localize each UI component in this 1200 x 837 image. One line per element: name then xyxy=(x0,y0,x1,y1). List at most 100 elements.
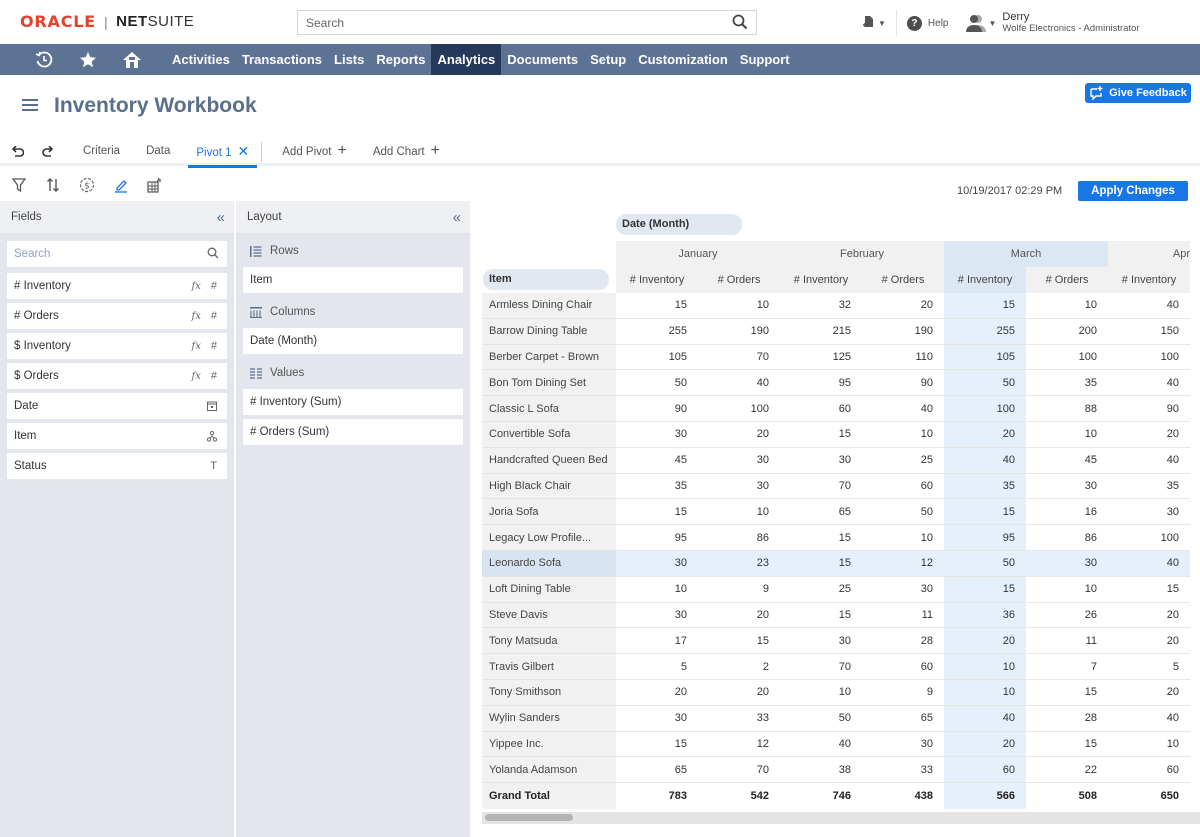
add-chart-button[interactable]: Add Chart + xyxy=(365,140,448,164)
grand-total-label[interactable]: Grand Total xyxy=(482,782,616,809)
value-cell[interactable]: 10 xyxy=(944,653,1026,681)
value-cell[interactable]: 125 xyxy=(780,344,862,371)
value-cell[interactable]: 20 xyxy=(616,679,698,706)
row-label[interactable]: Wylin Sanders xyxy=(482,705,616,732)
value-cell[interactable]: 50 xyxy=(944,550,1026,577)
value-cell[interactable]: 10 xyxy=(698,292,780,319)
value-cell[interactable]: 23 xyxy=(698,550,780,577)
value-cell[interactable]: 60 xyxy=(780,395,862,423)
value-cell[interactable]: 40 xyxy=(862,395,944,423)
value-cell[interactable]: 33 xyxy=(698,705,780,732)
table-row[interactable]: Leonardo Sofa 30 23 15 12 50 30 40 xyxy=(482,550,1190,577)
formula-icon[interactable]: fx xyxy=(192,341,201,352)
table-row[interactable]: Tony Smithson 20 20 10 9 10 15 20 xyxy=(482,679,1190,706)
value-cell[interactable]: 10 xyxy=(1026,292,1108,319)
value-cell[interactable]: 65 xyxy=(862,705,944,732)
row-label[interactable]: Handcrafted Queen Bed xyxy=(482,447,616,474)
table-row[interactable]: Armless Dining Chair 15 10 32 20 15 10 40 xyxy=(482,292,1190,319)
value-cell[interactable]: 11 xyxy=(1026,627,1108,655)
value-cell[interactable]: 95 xyxy=(944,524,1026,552)
value-cell[interactable]: 20 xyxy=(944,421,1026,448)
value-cell[interactable]: 15 xyxy=(1026,679,1108,706)
row-label[interactable]: Yolanda Adamson xyxy=(482,756,616,784)
undo-icon[interactable] xyxy=(11,145,27,158)
row-label[interactable]: High Black Chair xyxy=(482,473,616,500)
table-row[interactable]: Convertible Sofa 30 20 15 10 20 10 20 xyxy=(482,421,1190,448)
value-cell[interactable]: 30 xyxy=(616,705,698,732)
home-icon[interactable] xyxy=(122,44,142,75)
value-cell[interactable]: 15 xyxy=(1108,576,1190,603)
row-label[interactable]: Tony Smithson xyxy=(482,679,616,706)
search-icon[interactable] xyxy=(207,247,219,262)
value-cell[interactable]: 15 xyxy=(944,576,1026,603)
layout-value-item[interactable]: # Inventory (Sum) xyxy=(243,389,463,415)
value-cell[interactable]: 10 xyxy=(862,524,944,552)
row-label[interactable]: Convertible Sofa xyxy=(482,421,616,448)
nav-analytics[interactable]: Analytics xyxy=(431,44,502,75)
nav-transactions[interactable]: Transactions xyxy=(236,44,328,75)
row-label[interactable]: Leonardo Sofa xyxy=(482,550,616,577)
value-cell[interactable]: 20 xyxy=(944,627,1026,655)
global-search-input[interactable] xyxy=(298,11,718,34)
value-cell[interactable]: 70 xyxy=(698,756,780,784)
help-link[interactable]: Help xyxy=(928,18,949,29)
value-cell[interactable]: 17 xyxy=(616,627,698,655)
grand-total-row[interactable]: Grand Total 783 542 746 438 566 508 650 xyxy=(482,782,1190,809)
value-cell[interactable]: 200 xyxy=(1026,318,1108,345)
value-cell[interactable]: 20 xyxy=(698,679,780,706)
measure-header[interactable]: # Inventory xyxy=(944,266,1026,293)
row-label[interactable]: Travis Gilbert xyxy=(482,653,616,681)
value-cell[interactable]: 60 xyxy=(862,473,944,500)
value-cell[interactable]: 10 xyxy=(1026,576,1108,603)
value-cell[interactable]: 150 xyxy=(1108,318,1190,345)
value-cell[interactable]: 30 xyxy=(862,731,944,758)
sort-icon[interactable] xyxy=(44,176,62,194)
value-cell[interactable]: 40 xyxy=(944,447,1026,474)
value-cell[interactable]: 60 xyxy=(862,653,944,681)
value-cell[interactable]: 255 xyxy=(944,318,1026,345)
value-cell[interactable]: 40 xyxy=(1108,369,1190,397)
search-icon[interactable] xyxy=(732,14,748,33)
tab-data[interactable]: Data xyxy=(138,140,178,164)
table-row[interactable]: Loft Dining Table 10 9 25 30 15 10 15 xyxy=(482,576,1190,603)
value-cell[interactable]: 38 xyxy=(780,756,862,784)
value-cell[interactable]: 100 xyxy=(1108,524,1190,552)
table-row[interactable]: Steve Davis 30 20 15 11 36 26 20 xyxy=(482,602,1190,629)
value-cell[interactable]: 2 xyxy=(698,653,780,681)
value-cell[interactable]: 20 xyxy=(1108,679,1190,706)
value-cell[interactable]: 30 xyxy=(862,576,944,603)
row-label[interactable]: Yippee Inc. xyxy=(482,731,616,758)
value-cell[interactable]: 95 xyxy=(616,524,698,552)
value-cell[interactable]: 10 xyxy=(944,679,1026,706)
month-header-january[interactable]: January xyxy=(616,241,780,267)
nav-reports[interactable]: Reports xyxy=(370,44,431,75)
table-row[interactable]: Wylin Sanders 30 33 50 65 40 28 40 xyxy=(482,705,1190,732)
add-pivot-button[interactable]: Add Pivot + xyxy=(274,140,355,164)
grand-total-cell[interactable]: 746 xyxy=(780,782,862,809)
value-cell[interactable]: 86 xyxy=(698,524,780,552)
field-item-item[interactable]: Item xyxy=(7,423,227,449)
give-feedback-button[interactable]: Give Feedback xyxy=(1085,83,1191,103)
row-label[interactable]: Joria Sofa xyxy=(482,498,616,526)
table-row[interactable]: Bon Tom Dining Set 50 40 95 90 50 35 40 xyxy=(482,369,1190,397)
nav-customization[interactable]: Customization xyxy=(632,44,734,75)
row-label[interactable]: Berber Carpet - Brown xyxy=(482,344,616,371)
value-cell[interactable]: 30 xyxy=(616,421,698,448)
value-cell[interactable]: 10 xyxy=(1026,421,1108,448)
value-cell[interactable]: 50 xyxy=(780,705,862,732)
value-cell[interactable]: 30 xyxy=(780,447,862,474)
value-cell[interactable]: 5 xyxy=(616,653,698,681)
value-cell[interactable]: 70 xyxy=(780,473,862,500)
value-cell[interactable]: 100 xyxy=(944,395,1026,423)
value-cell[interactable]: 90 xyxy=(616,395,698,423)
apply-changes-button[interactable]: Apply Changes xyxy=(1078,181,1188,201)
value-cell[interactable]: 15 xyxy=(780,602,862,629)
value-cell[interactable]: 30 xyxy=(780,627,862,655)
table-row[interactable]: Tony Matsuda 17 15 30 28 20 11 20 xyxy=(482,627,1190,655)
formula-icon[interactable]: fx xyxy=(192,371,201,382)
field-item-inventory-count[interactable]: # Inventory fx # xyxy=(7,273,227,299)
table-row[interactable]: Classic L Sofa 90 100 60 40 100 88 90 xyxy=(482,395,1190,423)
table-row[interactable]: Barrow Dining Table 255 190 215 190 255 200 150 xyxy=(482,318,1190,345)
value-cell[interactable]: 15 xyxy=(944,498,1026,526)
tab-pivot-1[interactable]: Pivot 1 ✕ xyxy=(188,140,258,168)
